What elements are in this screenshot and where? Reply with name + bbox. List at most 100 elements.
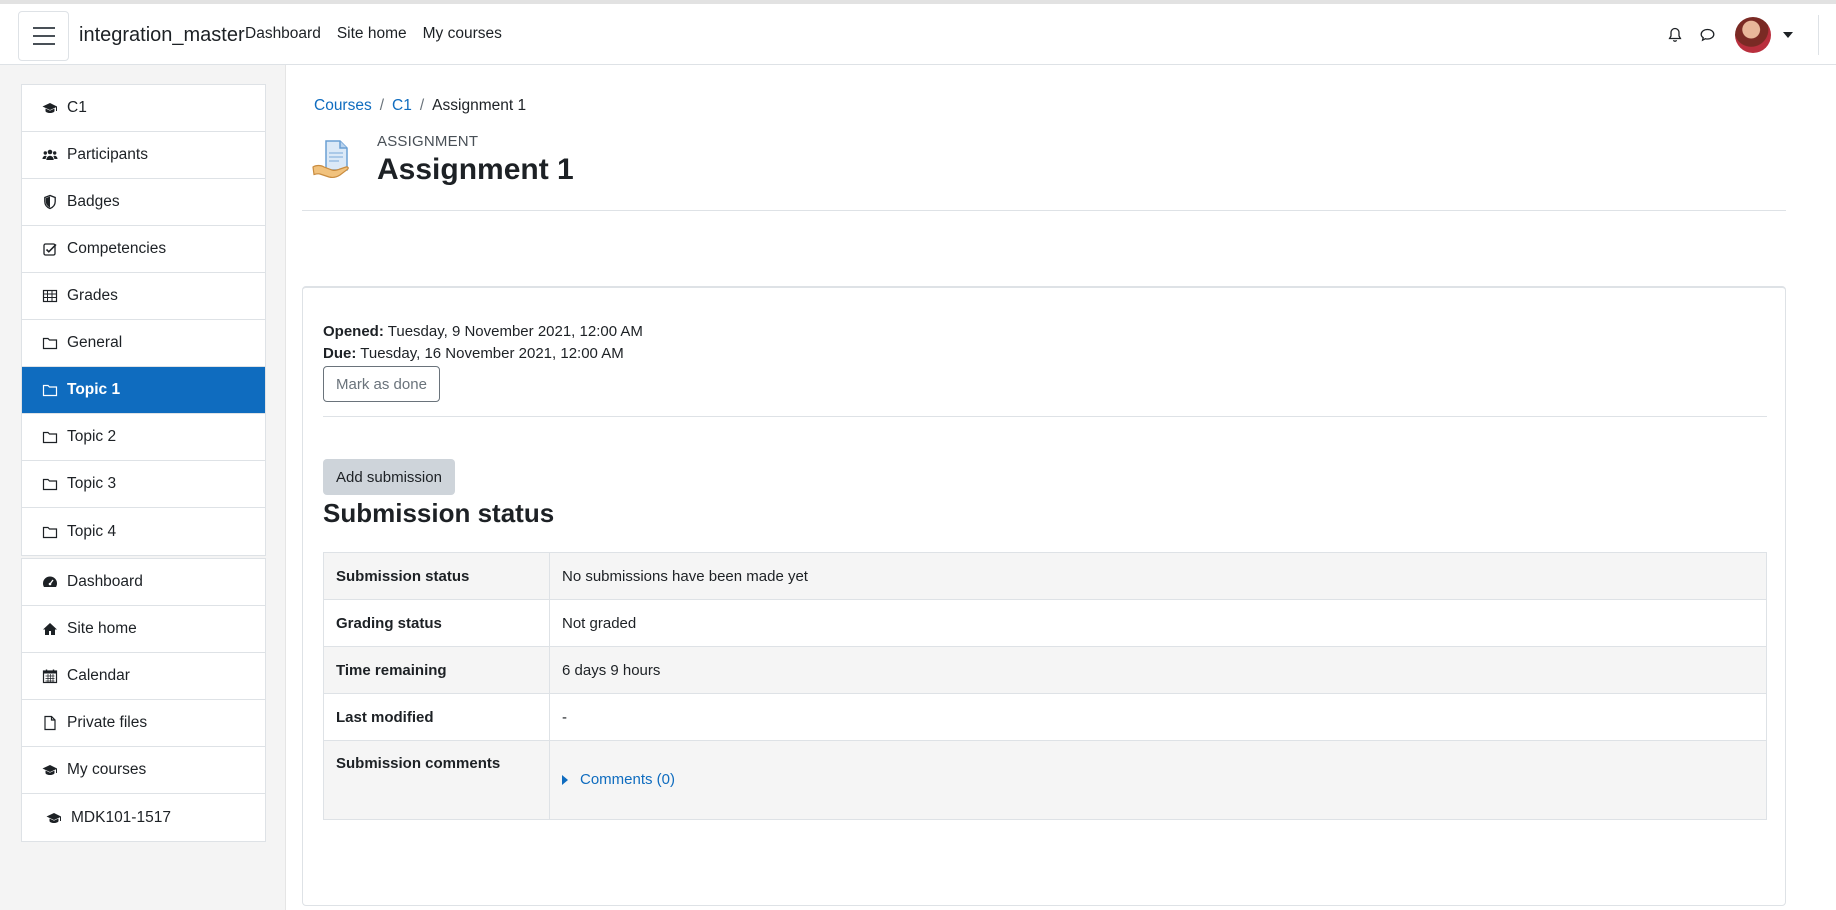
comments-toggle-link[interactable]: Comments (0)	[562, 771, 1754, 788]
drawer-item-course-mdk101[interactable]: MDK101-1517	[22, 794, 265, 841]
site-nav-group: Dashboard Site home Calendar Private fil…	[21, 558, 266, 842]
opened-label: Opened:	[323, 323, 384, 340]
drawer-item-label: Topic 2	[67, 428, 117, 445]
row-value: Not graded	[549, 599, 1767, 647]
table-row: Time remaining 6 days 9 hours	[323, 646, 1767, 694]
drawer-item-dashboard[interactable]: Dashboard	[22, 559, 265, 606]
drawer-item-label: Competencies	[67, 240, 167, 257]
drawer-item-topic-3[interactable]: Topic 3	[22, 461, 265, 508]
drawer-item-label: Private files	[67, 714, 148, 731]
bell-icon	[1668, 27, 1682, 42]
graduation-cap-icon	[46, 812, 61, 823]
mark-as-done-button[interactable]: Mark as done	[323, 366, 440, 402]
drawer-item-label: Topic 4	[67, 522, 117, 540]
row-label: Last modified	[323, 693, 550, 741]
page-title: Assignment 1	[377, 153, 574, 186]
row-value: No submissions have been made yet	[549, 552, 1767, 600]
messages-button[interactable]	[1691, 19, 1723, 51]
drawer-item-label: C1	[67, 99, 87, 116]
drawer-item-calendar[interactable]: Calendar	[22, 653, 265, 700]
notifications-button[interactable]	[1659, 19, 1691, 51]
drawer-item-private-files[interactable]: Private files	[22, 700, 265, 747]
file-icon	[44, 715, 56, 731]
due-value: Tuesday, 16 November 2021, 12:00 AM	[360, 345, 624, 362]
home-icon	[43, 623, 57, 635]
nav-dashboard-link[interactable]: Dashboard	[245, 25, 321, 43]
breadcrumb-separator: /	[379, 97, 385, 114]
breadcrumb-separator: /	[419, 97, 425, 114]
breadcrumb-courses-link[interactable]: Courses	[314, 97, 372, 115]
main-content: Courses / C1 / Assignment 1 ASSIGNMENT A…	[286, 65, 1836, 910]
due-date: Due: Tuesday, 16 November 2021, 12:00 AM	[323, 343, 643, 365]
primary-nav: Dashboard Site home My courses	[245, 25, 518, 43]
chat-icon	[1700, 28, 1714, 41]
drawer-item-label: Site home	[67, 620, 137, 637]
header-divider	[302, 210, 1786, 211]
row-label: Grading status	[323, 599, 550, 647]
drawer-item-participants[interactable]: Participants	[22, 132, 265, 179]
opened-date: Opened: Tuesday, 9 November 2021, 12:00 …	[323, 321, 643, 343]
opened-value: Tuesday, 9 November 2021, 12:00 AM	[387, 323, 643, 340]
due-label: Due:	[323, 345, 357, 362]
site-brand[interactable]: integration_master	[79, 24, 245, 47]
drawer-item-label: MDK101-1517	[71, 808, 171, 826]
navbar-divider	[1818, 14, 1819, 55]
nav-my-courses-link[interactable]: My courses	[423, 25, 502, 43]
drawer-item-topic-4[interactable]: Topic 4	[22, 508, 265, 555]
table-row: Submission comments Comments (0)	[323, 740, 1767, 820]
drawer-item-c1[interactable]: C1	[22, 85, 265, 132]
drawer-item-my-courses[interactable]: My courses	[22, 747, 265, 794]
folder-icon	[42, 337, 58, 350]
row-label: Time remaining	[323, 646, 550, 694]
nav-site-home-link[interactable]: Site home	[337, 25, 407, 43]
drawer-item-label: Topic 1	[67, 381, 121, 398]
dashboard-icon	[43, 576, 57, 587]
breadcrumb-c1-link[interactable]: C1	[392, 97, 412, 115]
breadcrumb-current: Assignment 1	[432, 97, 527, 114]
row-value: Comments (0)	[549, 740, 1767, 820]
table-icon	[42, 289, 58, 303]
drawer-item-badges[interactable]: Badges	[22, 179, 265, 226]
drawer-item-site-home[interactable]: Site home	[22, 606, 265, 653]
assignment-icon	[312, 140, 349, 178]
folder-icon	[42, 431, 58, 444]
user-avatar[interactable]	[1735, 16, 1771, 53]
menu-bar	[32, 35, 55, 37]
graduation-cap-icon	[42, 765, 57, 775]
menu-bar	[32, 43, 55, 45]
calendar-icon	[42, 669, 58, 684]
row-label: Submission status	[323, 552, 550, 600]
table-row: Submission status No submissions have be…	[323, 552, 1767, 600]
menu-toggle-button[interactable]	[18, 11, 69, 61]
row-value: -	[549, 693, 1767, 741]
drawer-item-competencies[interactable]: Competencies	[22, 226, 265, 273]
drawer-item-general[interactable]: General	[22, 320, 265, 367]
folder-icon	[42, 384, 58, 397]
folder-icon	[42, 478, 58, 491]
drawer-item-topic-2[interactable]: Topic 2	[22, 414, 265, 461]
user-menu-caret-icon[interactable]	[1783, 31, 1793, 38]
add-submission-button[interactable]: Add submission	[323, 459, 455, 495]
submission-status-table: Submission status No submissions have be…	[323, 552, 1767, 820]
graduation-cap-icon	[42, 103, 57, 113]
row-value: 6 days 9 hours	[549, 646, 1767, 694]
comments-link-label: Comments (0)	[580, 771, 676, 788]
drawer-item-topic-1[interactable]: Topic 1	[22, 367, 265, 414]
check-square-icon	[43, 243, 57, 256]
table-row: Last modified -	[323, 693, 1767, 741]
drawer-item-label: Badges	[67, 193, 120, 210]
top-navbar: integration_master Dashboard Site home M…	[0, 0, 1836, 65]
drawer-item-label: Grades	[67, 287, 118, 304]
shield-icon	[44, 194, 56, 210]
expand-triangle-icon	[562, 774, 568, 785]
activity-dates: Opened: Tuesday, 9 November 2021, 12:00 …	[323, 321, 643, 365]
row-label: Submission comments	[323, 740, 550, 820]
section-divider	[323, 416, 1767, 417]
drawer-item-grades[interactable]: Grades	[22, 273, 265, 320]
course-nav-group: C1 Participants Badges Competencies Grad…	[21, 84, 266, 556]
table-row: Grading status Not graded	[323, 599, 1767, 647]
drawer-item-label: Topic 3	[67, 475, 117, 492]
users-icon	[42, 149, 58, 160]
drawer-item-label: Dashboard	[67, 573, 143, 590]
folder-icon	[42, 526, 58, 538]
